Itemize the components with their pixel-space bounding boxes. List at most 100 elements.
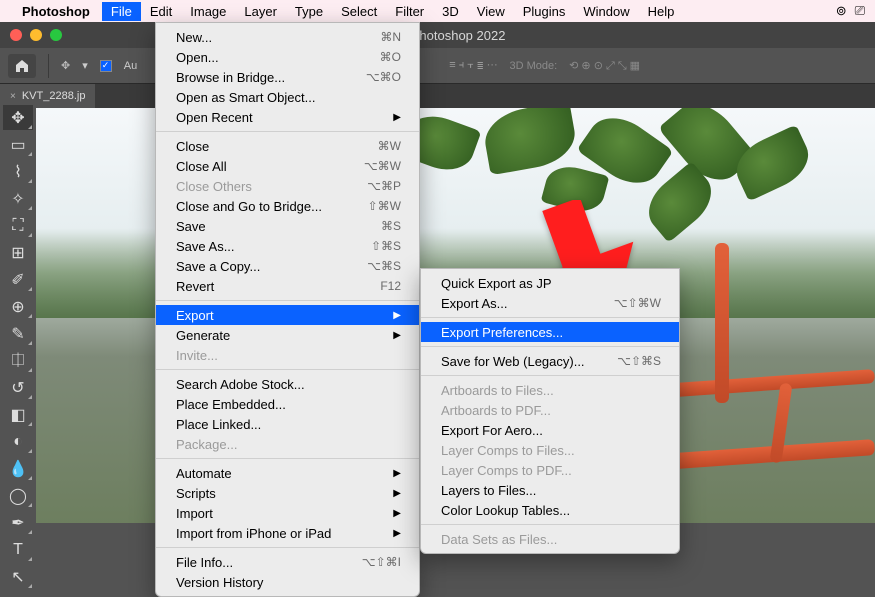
submenu-arrow-icon: ▶	[393, 488, 401, 499]
export-menu-item[interactable]: Layers to Files...	[421, 480, 679, 500]
brush-tool[interactable]: ✎	[3, 321, 33, 346]
file-menu-item[interactable]: Place Linked...	[156, 414, 419, 434]
eyedropper-tool[interactable]: ✐	[3, 267, 33, 292]
cc-icon[interactable]: ⊚	[836, 3, 847, 19]
file-menu-item[interactable]: Browse in Bridge...⌥⌘O	[156, 67, 419, 87]
file-menu-item[interactable]: Scripts▶	[156, 483, 419, 503]
marquee-tool[interactable]: ▭	[3, 132, 33, 157]
stamp-tool[interactable]: ⎅	[3, 348, 33, 373]
dodge-tool[interactable]: ◯	[3, 483, 33, 508]
file-menu-item[interactable]: Place Embedded...	[156, 394, 419, 414]
menu-filter[interactable]: Filter	[386, 2, 433, 21]
file-menu-item[interactable]: Version History	[156, 572, 419, 592]
menu-item-label: Import from iPhone or iPad	[176, 526, 331, 541]
file-menu-item[interactable]: Close and Go to Bridge...⇧⌘W	[156, 196, 419, 216]
window-titlebar: Adobe Photoshop 2022	[0, 22, 875, 48]
export-menu-item[interactable]: Save for Web (Legacy)...⌥⇧⌘S	[421, 351, 679, 371]
menu-type[interactable]: Type	[286, 2, 332, 21]
menu-layer[interactable]: Layer	[235, 2, 286, 21]
export-menu-item[interactable]: Quick Export as JP	[421, 273, 679, 293]
path-tool[interactable]: ↖	[3, 564, 33, 589]
export-menu-item[interactable]: Export As... ⌥⇧⌘W	[421, 293, 679, 313]
menu-item-label: Open Recent	[176, 110, 253, 125]
menu-file[interactable]: File	[102, 2, 141, 21]
lasso-tool[interactable]: ⌇	[3, 159, 33, 184]
menu-item-label: Layer Comps to Files...	[441, 443, 575, 458]
menu-window[interactable]: Window	[574, 2, 638, 21]
export-menu-item[interactable]: Export For Aero...	[421, 420, 679, 440]
file-menu-item[interactable]: New...⌘N	[156, 27, 419, 47]
file-menu-item[interactable]: Export▶	[156, 305, 419, 325]
menu-separator	[156, 131, 419, 132]
menu-item-label: Search Adobe Stock...	[176, 377, 305, 392]
submenu-arrow-icon: ▶	[393, 310, 401, 321]
file-menu-item[interactable]: RevertF12	[156, 276, 419, 296]
menu-item-label: Close	[176, 139, 209, 154]
file-menu-item[interactable]: Automate▶	[156, 463, 419, 483]
export-menu-item[interactable]: Color Lookup Tables...	[421, 500, 679, 520]
home-button[interactable]	[8, 54, 36, 78]
menu-item-label: Save As...	[176, 239, 235, 254]
gradient-tool[interactable]: ◐	[3, 429, 33, 454]
file-menu-item[interactable]: Save⌘S	[156, 216, 419, 236]
submenu-arrow-icon: ▶	[393, 508, 401, 519]
close-window-icon[interactable]	[10, 29, 22, 41]
move-tool[interactable]: ✥	[3, 105, 33, 130]
file-menu-item[interactable]: Save As...⇧⌘S	[156, 236, 419, 256]
menu-item-label: Place Embedded...	[176, 397, 286, 412]
wand-tool[interactable]: ✧	[3, 186, 33, 211]
align-icons[interactable]: ≡ ⫞ ⫟ ≣ ⋯	[449, 59, 497, 72]
file-menu-item[interactable]: Import from iPhone or iPad ▶	[156, 523, 419, 543]
file-menu-item[interactable]: Generate▶	[156, 325, 419, 345]
menu-plugins[interactable]: Plugins	[514, 2, 575, 21]
menu-edit[interactable]: Edit	[141, 2, 181, 21]
menu-item-shortcut: ⌥⌘O	[366, 70, 401, 84]
crop-tool[interactable]: ⛶	[3, 213, 33, 238]
menu-view[interactable]: View	[468, 2, 514, 21]
auto-select-label: Au	[124, 60, 137, 72]
menu-image[interactable]: Image	[181, 2, 235, 21]
menu-item-label: New...	[176, 30, 212, 45]
file-menu-item[interactable]: Open as Smart Object...	[156, 87, 419, 107]
menu-item-shortcut: ⌥⌘P	[367, 179, 401, 193]
blur-tool[interactable]: 💧	[3, 456, 33, 481]
close-tab-icon[interactable]: ×	[10, 91, 16, 102]
auto-select-checkbox[interactable]	[100, 60, 112, 72]
menu-item-label: Export As...	[441, 296, 507, 311]
doc-tabs: × KVT_2288.jp	[0, 84, 875, 108]
file-menu-item[interactable]: Import▶	[156, 503, 419, 523]
menu-help[interactable]: Help	[639, 2, 684, 21]
file-menu-item[interactable]: Close All⌥⌘W	[156, 156, 419, 176]
file-menu-item[interactable]: Save a Copy...⌥⌘S	[156, 256, 419, 276]
healing-tool[interactable]: ⊕	[3, 294, 33, 319]
export-menu-item[interactable]: Export Preferences...	[421, 322, 679, 342]
screen-icon[interactable]: ⎚	[855, 3, 865, 19]
tool-preset-dropdown[interactable]: ▾	[82, 59, 88, 72]
menu-item-shortcut: ⌥⇧⌘I	[362, 555, 401, 569]
file-menu-item[interactable]: Close⌘W	[156, 136, 419, 156]
file-menu: New...⌘NOpen...⌘OBrowse in Bridge...⌥⌘OO…	[155, 22, 420, 597]
file-menu-item[interactable]: File Info...⌥⇧⌘I	[156, 552, 419, 572]
file-menu-item[interactable]: Open...⌘O	[156, 47, 419, 67]
menu-item-label: Save a Copy...	[176, 259, 260, 274]
export-submenu: Quick Export as JPExport As...⌥⇧⌘WExport…	[420, 268, 680, 554]
divider	[48, 54, 49, 78]
frame-tool[interactable]: ⊞	[3, 240, 33, 265]
menu-item-shortcut: ⌥⇧⌘W	[614, 296, 661, 310]
file-menu-item[interactable]: Open Recent▶	[156, 107, 419, 127]
export-menu-item: Artboards to PDF...	[421, 400, 679, 420]
menu-3d[interactable]: 3D	[433, 2, 468, 21]
file-menu-item[interactable]: Search Adobe Stock...	[156, 374, 419, 394]
minimize-window-icon[interactable]	[30, 29, 42, 41]
menu-separator	[156, 300, 419, 301]
app-name[interactable]: Photoshop	[22, 4, 90, 19]
history-brush-tool[interactable]: ↺	[3, 375, 33, 400]
move-tool-icon[interactable]: ✥	[61, 59, 70, 72]
menu-select[interactable]: Select	[332, 2, 386, 21]
type-tool[interactable]: T	[3, 537, 33, 562]
eraser-tool[interactable]: ◧	[3, 402, 33, 427]
menu-item-label: Package...	[176, 437, 237, 452]
zoom-window-icon[interactable]	[50, 29, 62, 41]
menu-item-label: Quick Export as JP	[441, 276, 552, 291]
submenu-arrow-icon: ▶	[393, 528, 401, 539]
